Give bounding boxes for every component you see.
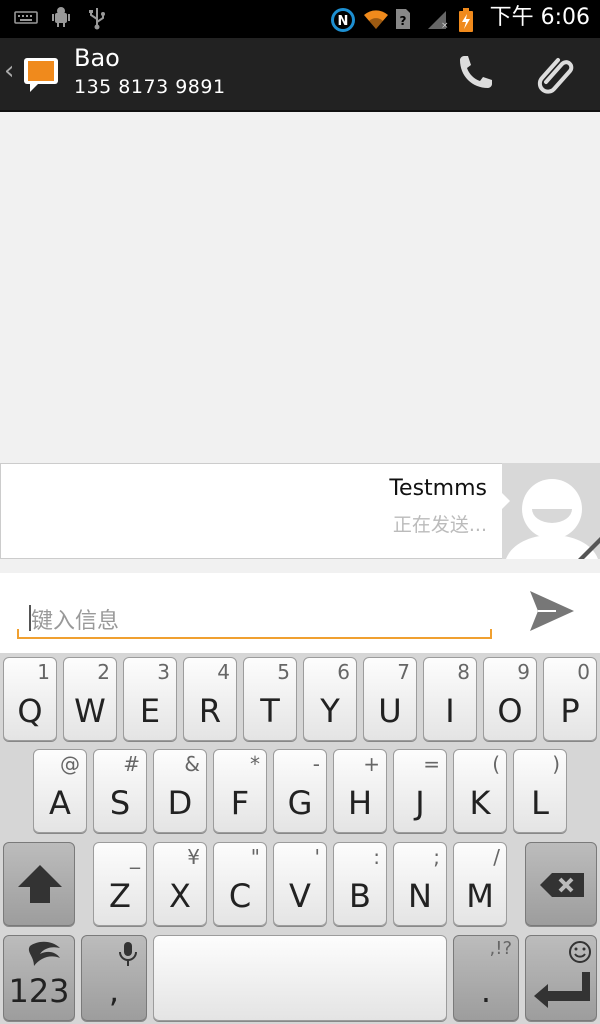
key-t[interactable]: 5T xyxy=(243,657,297,741)
key-i[interactable]: 8I xyxy=(423,657,477,741)
contact-name: Bao xyxy=(74,44,120,72)
backspace-icon xyxy=(540,873,584,897)
key-l[interactable]: ) L xyxy=(513,749,567,833)
key-o[interactable]: 9O xyxy=(483,657,537,741)
signal-icon: × xyxy=(426,7,448,31)
key-n[interactable]: ; N xyxy=(393,842,447,926)
battery-charging-icon xyxy=(458,7,480,32)
soft-keyboard: 1Q 2W 3E 4R 5T 6Y 7U 8I 9O 0P @ A # S & D *… xyxy=(0,653,600,1024)
wifi-icon xyxy=(362,7,388,29)
key-z[interactable]: _ Z xyxy=(93,842,147,926)
key-m[interactable]: / M xyxy=(453,842,507,926)
message-bubble[interactable]: Testmms 正在发送... xyxy=(0,463,503,559)
message-input-placeholder: 键入信息 xyxy=(31,609,120,634)
messaging-app-icon[interactable] xyxy=(22,54,64,96)
avatar[interactable] xyxy=(502,463,600,559)
backspace-key[interactable] xyxy=(525,842,597,926)
key-q[interactable]: 1Q xyxy=(3,657,57,741)
message-item[interactable]: Testmms 正在发送... xyxy=(0,463,600,559)
key-e[interactable]: 3E xyxy=(123,657,177,741)
key-x[interactable]: ¥ X xyxy=(153,842,207,926)
svg-text:?: ? xyxy=(399,14,406,28)
microphone-icon xyxy=(119,942,137,966)
shift-arrow-icon xyxy=(18,865,62,903)
enter-key[interactable] xyxy=(525,935,597,1021)
key-p[interactable]: 0P xyxy=(543,657,597,741)
swift-logo-icon xyxy=(28,941,60,966)
status-time: 下午 6:06 xyxy=(489,5,590,30)
key-s[interactable]: # S xyxy=(93,749,147,833)
svg-text:N: N xyxy=(337,14,348,29)
status-bar: N ? × 下午 6:06 xyxy=(0,0,600,38)
message-text: Testmms xyxy=(389,476,487,501)
key-d[interactable]: & D xyxy=(153,749,207,833)
back-chevron-icon[interactable]: ‹ xyxy=(4,56,14,86)
enter-icon xyxy=(534,941,591,1008)
key-b[interactable]: :B xyxy=(333,842,387,926)
key-a[interactable]: @ A xyxy=(33,749,87,833)
key-g[interactable]: -G xyxy=(273,749,327,833)
numbers-key[interactable]: 123 xyxy=(3,935,75,1021)
key-v[interactable]: ' V xyxy=(273,842,327,926)
usb-icon xyxy=(86,6,108,30)
phone-call-icon[interactable] xyxy=(452,52,496,96)
send-icon[interactable] xyxy=(526,587,578,635)
nfc-icon: N xyxy=(330,7,355,32)
no-sim-icon: ? xyxy=(394,7,416,29)
key-r[interactable]: 4R xyxy=(183,657,237,741)
contact-number: 135 8173 9891 xyxy=(74,76,226,98)
keyboard-icon xyxy=(14,6,38,28)
period-key[interactable]: ,!? . xyxy=(453,935,519,1021)
message-status: 正在发送... xyxy=(392,514,487,536)
key-y[interactable]: 6Y xyxy=(303,657,357,741)
compose-bar: 键入信息 xyxy=(0,573,600,653)
comma-key[interactable]: , xyxy=(81,935,147,1021)
attach-icon[interactable] xyxy=(534,52,578,96)
key-u[interactable]: 7U xyxy=(363,657,417,741)
android-debug-icon xyxy=(50,6,72,28)
key-k[interactable]: (K xyxy=(453,749,507,833)
conversation-area[interactable] xyxy=(0,112,600,462)
message-input[interactable]: 键入信息 xyxy=(17,583,492,639)
space-key[interactable] xyxy=(153,935,447,1021)
conversation-action-bar: ‹ Bao 135 8173 9891 xyxy=(0,38,600,112)
svg-text:×: × xyxy=(441,21,448,31)
key-f[interactable]: * F xyxy=(213,749,267,833)
key-w[interactable]: 2W xyxy=(63,657,117,741)
key-c[interactable]: " C xyxy=(213,842,267,926)
key-j[interactable]: = J xyxy=(393,749,447,833)
key-h[interactable]: + H xyxy=(333,749,387,833)
shift-key[interactable] xyxy=(3,842,75,926)
